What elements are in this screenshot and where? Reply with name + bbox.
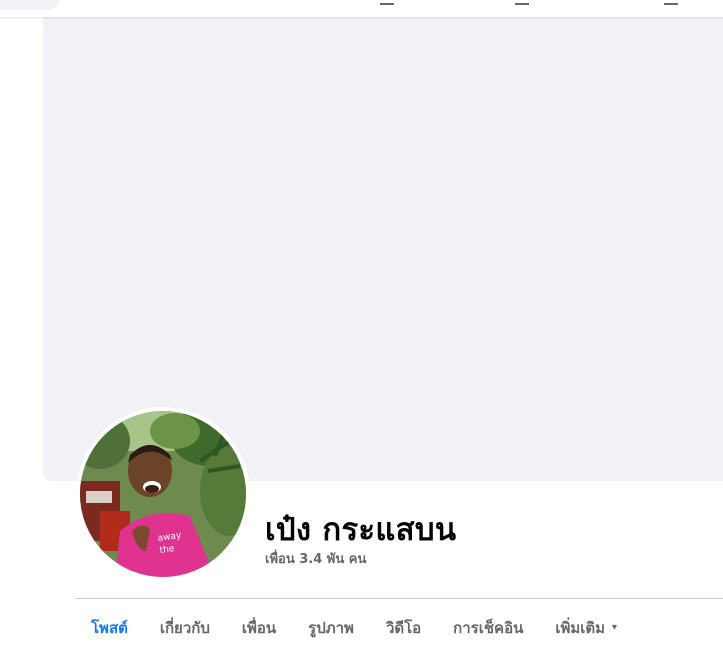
profile-picture[interactable]: away the xyxy=(80,411,246,577)
tab-checkins-label: การเช็คอิน xyxy=(453,618,524,637)
tab-friends[interactable]: เพื่อน xyxy=(226,606,292,649)
svg-text:the: the xyxy=(159,544,175,556)
search-bar[interactable] xyxy=(0,0,60,10)
chevron-down-icon: ▾ xyxy=(612,622,618,633)
friend-count[interactable]: เพื่อน 3.4 พัน คน xyxy=(265,548,366,569)
nav-gaming-indicator[interactable] xyxy=(664,0,678,5)
tab-videos[interactable]: วิดีโอ xyxy=(370,606,437,649)
tab-posts-label: โพสต์ xyxy=(91,618,128,637)
profile-photo-image: away the xyxy=(80,411,246,577)
profile-divider xyxy=(75,598,723,599)
tab-more[interactable]: เพิ่มเติม ▾ xyxy=(539,606,633,649)
profile-picture-frame[interactable]: away the xyxy=(76,407,250,581)
profile-name: เป๋ง กระแสบน xyxy=(265,512,457,548)
nav-home-indicator[interactable] xyxy=(380,0,394,5)
tab-friends-label: เพื่อน xyxy=(241,618,277,637)
tab-more-label: เพิ่มเติม xyxy=(555,618,606,637)
tab-photos[interactable]: รูปภาพ xyxy=(292,606,370,649)
tab-posts[interactable]: โพสต์ xyxy=(75,606,144,649)
tab-videos-label: วิดีโอ xyxy=(385,618,422,637)
tab-about-label: เกี่ยวกับ xyxy=(159,618,210,637)
nav-watch-indicator[interactable] xyxy=(515,0,529,5)
tab-about[interactable]: เกี่ยวกับ xyxy=(144,606,226,649)
tab-checkins[interactable]: การเช็คอิน xyxy=(437,606,539,649)
top-navigation-bar xyxy=(0,0,723,17)
profile-tabs: โพสต์ เกี่ยวกับ เพื่อน รูปภาพ วิดีโอ การ… xyxy=(75,606,633,649)
tab-photos-label: รูปภาพ xyxy=(308,618,354,637)
